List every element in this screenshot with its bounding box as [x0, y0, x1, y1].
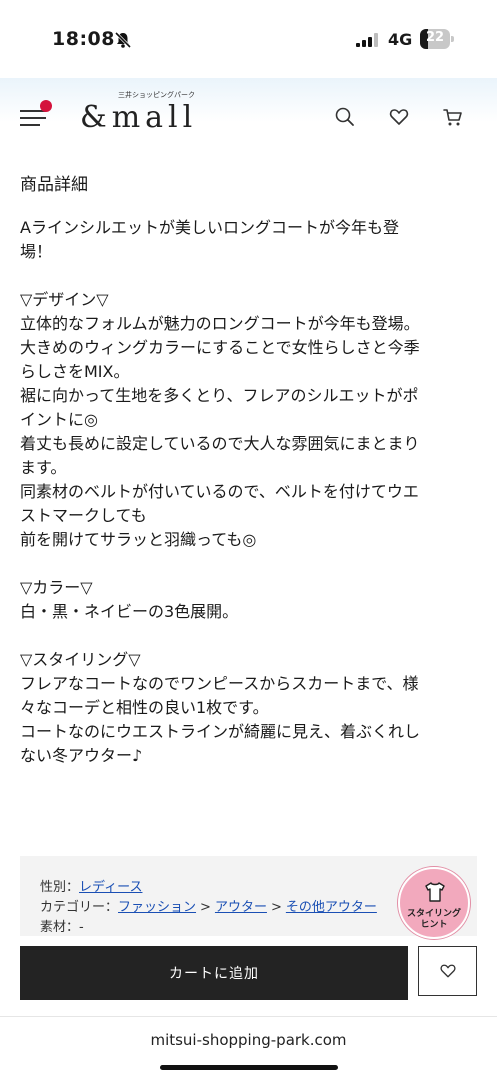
browser-url-bar[interactable]: mitsui-shopping-park.com	[0, 1016, 497, 1080]
menu-button[interactable]	[20, 100, 54, 128]
description-line: 白・黒・ネイビーの3色展開。	[20, 602, 239, 621]
product-detail: 商品詳細 Aラインシルエットが美しいロングコートが今年も登 場！ ▽デザイン▽ 立体的…	[20, 170, 480, 768]
bell-off-icon	[114, 31, 132, 49]
battery-icon: 22	[420, 29, 454, 49]
description-line: コートなのにウエストラインが綺麗に見え、着ぶくれし	[20, 722, 421, 741]
site-logo[interactable]: &mall	[80, 100, 197, 135]
description-line: フレアなコートなのでワンピースからスカートまで、様	[20, 674, 419, 693]
description-line	[20, 264, 480, 288]
category-link-other-outer[interactable]: その他アウター	[286, 900, 377, 915]
description-line: イントに◎	[20, 410, 98, 429]
gender-label: 性別：	[40, 880, 80, 895]
status-bar: 18:08 4G 22	[0, 0, 497, 78]
material-row: 素材：-	[40, 920, 84, 935]
description-line	[20, 624, 480, 648]
description-line: 同素材のベルトが付いているので、ベルトを付けてウエ	[20, 482, 419, 501]
cart-icon[interactable]	[442, 106, 464, 128]
description-line: 々なコーデと相性の良い1枚です。	[20, 698, 269, 717]
section-title: 商品詳細	[20, 175, 88, 195]
logo-subtitle: 三井ショッピングパーク	[118, 91, 195, 99]
tshirt-icon	[425, 882, 445, 902]
home-indicator[interactable]	[160, 1065, 338, 1070]
url-text[interactable]: mitsui-shopping-park.com	[0, 1031, 497, 1049]
description-line: 前を開けてサラッと羽織っても◎	[20, 530, 257, 549]
category-link-outer[interactable]: アウター	[215, 900, 267, 915]
description-line: 着丈も長めに設定しているので大人な雰囲気にまとまり	[20, 434, 420, 453]
status-time: 18:08	[52, 28, 115, 50]
favorite-button[interactable]	[418, 946, 477, 996]
category-label: カテゴリー：	[40, 900, 119, 915]
description-line: Aラインシルエットが美しいロングコートが今年も登	[20, 218, 399, 237]
description-line: ▽カラー▽	[20, 578, 93, 597]
battery-level: 22	[425, 30, 445, 45]
styling-hint-badge[interactable]: スタイリング ヒント	[398, 867, 470, 939]
description-line: ます。	[20, 458, 67, 477]
description-line: らしさをMIX。	[20, 362, 130, 381]
breadcrumb-separator: >	[200, 900, 211, 915]
description-line: ストマークしても	[20, 506, 147, 525]
product-description: Aラインシルエットが美しいロングコートが今年も登 場！ ▽デザイン▽ 立体的なフォルム…	[20, 216, 480, 768]
styling-hint-label: スタイリング ヒント	[406, 909, 461, 930]
signal-icon	[356, 33, 378, 47]
gender-link[interactable]: レディース	[79, 880, 142, 895]
description-line: 場！	[20, 242, 53, 261]
heart-icon[interactable]	[388, 106, 410, 128]
heart-icon	[440, 964, 456, 978]
description-line	[20, 552, 480, 576]
add-to-cart-button[interactable]: カートに追加	[20, 946, 408, 1000]
description-line: ▽スタイリング▽	[20, 650, 141, 669]
network-type: 4G	[388, 30, 413, 49]
description-line: 立体的なフォルムが魅力のロングコートが今年も登場。	[20, 314, 420, 333]
app-header	[0, 78, 497, 158]
breadcrumb-separator: >	[270, 900, 282, 915]
gender-row: 性別：レディース	[40, 876, 142, 895]
description-line: 大きめのウィングカラーにすることで女性らしさと今季	[20, 338, 420, 357]
description-line: ない冬アウター♪	[20, 746, 143, 765]
category-row: カテゴリー：ファッション > アウター > その他アウター	[40, 896, 377, 915]
description-line: ▽デザイン▽	[20, 290, 109, 309]
notification-dot	[40, 100, 52, 112]
category-link-fashion[interactable]: ファッション	[118, 900, 196, 915]
description-line: 裾に向かって生地を多くとり、フレアのシルエットがポ	[20, 386, 419, 405]
search-icon[interactable]	[334, 106, 356, 128]
